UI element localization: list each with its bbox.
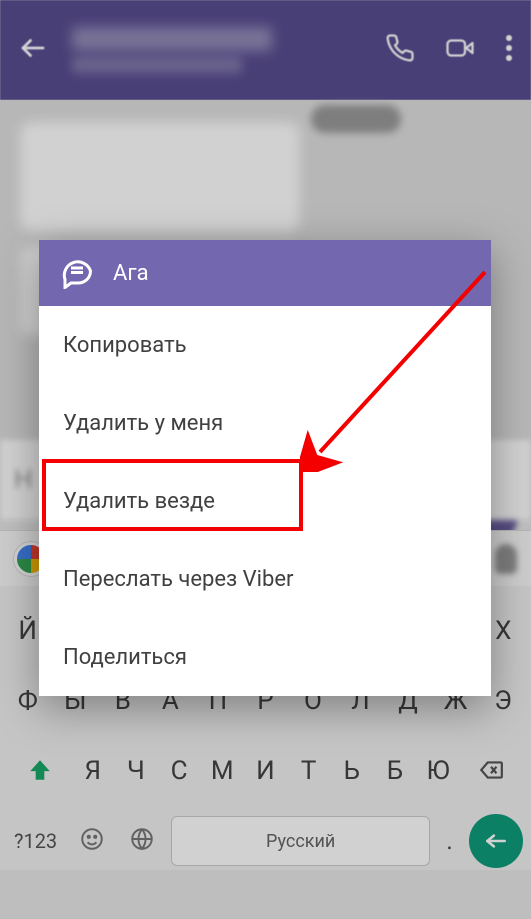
menu-item-label: Удалить у меня bbox=[63, 411, 223, 436]
menu-item-copy[interactable]: Копировать bbox=[39, 306, 491, 384]
menu-item-label: Копировать bbox=[63, 333, 187, 358]
context-menu-header: Ага bbox=[39, 240, 491, 306]
menu-item-delete-for-me[interactable]: Удалить у меня bbox=[39, 384, 491, 462]
menu-item-share[interactable]: Поделиться bbox=[39, 618, 491, 696]
menu-item-label: Переслать через Viber bbox=[63, 567, 294, 592]
menu-item-delete-everywhere[interactable]: Удалить везде bbox=[39, 462, 491, 540]
context-menu-title: Ага bbox=[113, 261, 149, 286]
menu-item-label: Поделиться bbox=[63, 645, 187, 670]
message-context-menu: Ага Копировать Удалить у меня Удалить ве… bbox=[39, 240, 491, 696]
menu-item-forward-viber[interactable]: Переслать через Viber bbox=[39, 540, 491, 618]
chat-bubble-icon bbox=[59, 253, 95, 293]
menu-item-label: Удалить везде bbox=[63, 489, 215, 514]
